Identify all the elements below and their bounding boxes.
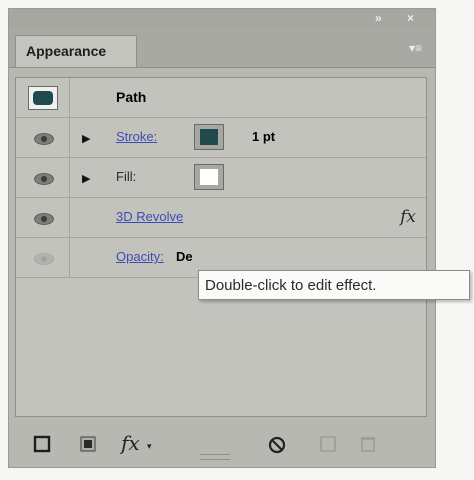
appearance-panel: » × Appearance ▾≡ Path ▶ Stroke: 1 pt ▶ … bbox=[8, 8, 436, 468]
stroke-swatch[interactable] bbox=[194, 124, 224, 150]
fill-visibility[interactable] bbox=[16, 158, 70, 197]
path-thumbnail-cell bbox=[16, 78, 70, 117]
resize-grip-icon[interactable] bbox=[200, 454, 230, 460]
stroke-weight[interactable]: 1 pt bbox=[252, 129, 275, 144]
stroke-label[interactable]: Stroke: bbox=[116, 129, 157, 144]
panel-menu-icon[interactable]: ▾≡ bbox=[409, 41, 427, 55]
appearance-list: Path ▶ Stroke: 1 pt ▶ Fill: 3D Revolve f… bbox=[15, 77, 427, 417]
eye-icon[interactable] bbox=[34, 213, 54, 225]
eye-icon[interactable] bbox=[34, 133, 54, 145]
opacity-visibility bbox=[16, 238, 70, 277]
stroke-row[interactable]: ▶ Stroke: 1 pt bbox=[16, 118, 426, 158]
path-thumbnail bbox=[28, 86, 58, 110]
fill-swatch-color bbox=[200, 169, 218, 185]
tab-row: Appearance ▾≡ bbox=[9, 29, 435, 68]
effect-visibility[interactable] bbox=[16, 198, 70, 237]
add-stroke-icon[interactable] bbox=[33, 435, 51, 453]
tooltip: Double-click to edit effect. bbox=[198, 270, 470, 300]
path-row[interactable]: Path bbox=[16, 78, 426, 118]
fx-icon[interactable]: fx bbox=[400, 207, 416, 227]
add-fill-icon[interactable] bbox=[79, 435, 97, 453]
chevron-down-icon[interactable]: ▾ bbox=[147, 441, 152, 452]
panel-title-bar: » × bbox=[9, 9, 435, 29]
add-effect-icon[interactable]: fx bbox=[121, 431, 140, 455]
tab-appearance[interactable]: Appearance bbox=[15, 35, 137, 67]
expand-arrow-icon[interactable]: ▶ bbox=[82, 132, 90, 145]
path-shape-icon bbox=[33, 91, 53, 105]
delete-item-icon bbox=[361, 437, 375, 452]
stroke-visibility[interactable] bbox=[16, 118, 70, 157]
opacity-value: De bbox=[176, 249, 193, 264]
opacity-label[interactable]: Opacity: bbox=[116, 249, 164, 264]
close-icon[interactable]: × bbox=[407, 11, 414, 25]
effect-label[interactable]: 3D Revolve bbox=[116, 209, 183, 224]
fill-swatch[interactable] bbox=[194, 164, 224, 190]
clear-appearance-icon[interactable] bbox=[267, 435, 287, 455]
duplicate-item-icon bbox=[320, 436, 336, 452]
eye-icon[interactable] bbox=[34, 173, 54, 185]
path-label: Path bbox=[116, 89, 147, 105]
effect-row[interactable]: 3D Revolve fx bbox=[16, 198, 426, 238]
eye-icon bbox=[34, 253, 54, 265]
collapse-icon[interactable]: » bbox=[375, 11, 382, 25]
fill-row[interactable]: ▶ Fill: bbox=[16, 158, 426, 198]
expand-arrow-icon[interactable]: ▶ bbox=[82, 172, 90, 185]
stroke-swatch-color bbox=[200, 129, 218, 145]
fill-label[interactable]: Fill: bbox=[116, 169, 136, 184]
